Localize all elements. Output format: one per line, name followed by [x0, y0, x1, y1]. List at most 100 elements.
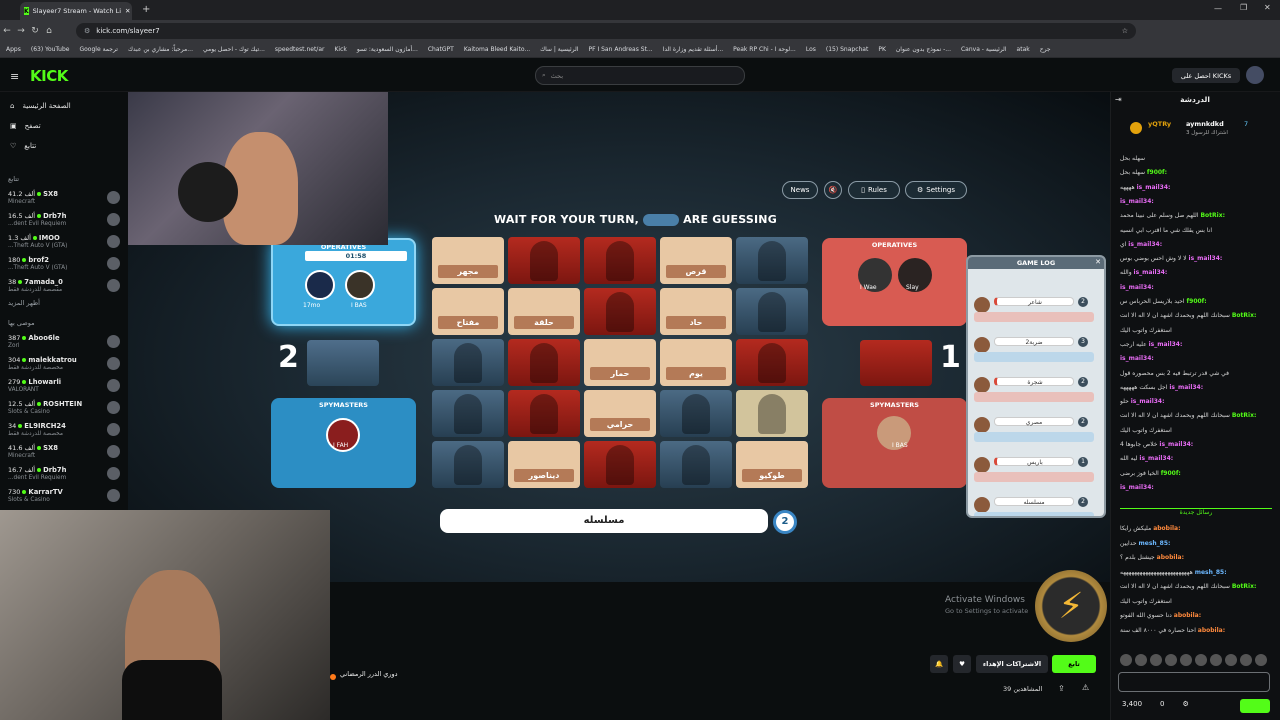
- bookmark-item[interactable]: Los: [806, 46, 816, 53]
- favorite-button[interactable]: ♥: [953, 655, 971, 673]
- codename-card[interactable]: مفتاح: [432, 288, 504, 335]
- kick-logo[interactable]: KICK: [30, 67, 68, 85]
- chat-username[interactable]: abobila:: [1174, 612, 1201, 619]
- bookmark-item[interactable]: (15) Snapchat: [826, 46, 868, 53]
- gift-subs-button[interactable]: الاشتراكات الإهداء: [976, 655, 1048, 673]
- site-info-icon[interactable]: ⚙: [84, 27, 90, 35]
- bookmark-item[interactable]: Kaitoma Bleed Kaito...: [464, 46, 530, 53]
- emote-icon[interactable]: [1150, 654, 1162, 666]
- bookmark-item[interactable]: ChatGPT: [428, 46, 454, 53]
- emote-icon[interactable]: [1195, 654, 1207, 666]
- notification-button[interactable]: 🔔: [930, 655, 948, 673]
- emote-icon[interactable]: [1255, 654, 1267, 666]
- codename-card[interactable]: [432, 441, 504, 488]
- codename-card[interactable]: [584, 237, 656, 284]
- chat-username[interactable]: is_mail34:: [1189, 255, 1223, 262]
- bookmark-item[interactable]: PK: [878, 46, 886, 53]
- close-tab-icon[interactable]: ✕: [125, 7, 130, 15]
- bookmark-item[interactable]: الرئيسية | ساك: [540, 46, 578, 53]
- chat-username[interactable]: abobila:: [1153, 525, 1180, 532]
- codename-card[interactable]: [584, 288, 656, 335]
- codename-card[interactable]: [660, 390, 732, 437]
- home-nav-icon[interactable]: ⌂: [42, 26, 56, 36]
- codename-card[interactable]: ديناصور: [508, 441, 580, 488]
- bookmark-item[interactable]: PF I San Andreas St...: [588, 46, 652, 53]
- codename-card[interactable]: [432, 339, 504, 386]
- emote-icon[interactable]: [1210, 654, 1222, 666]
- bookmark-item[interactable]: نموذج بدون عنوان -...: [896, 46, 951, 53]
- chat-username[interactable]: is_mail34:: [1120, 284, 1154, 291]
- codename-card[interactable]: حرامي: [584, 390, 656, 437]
- emote-icon[interactable]: [1120, 654, 1132, 666]
- new-messages-divider[interactable]: رسائل جديدة: [1120, 508, 1272, 518]
- sidebar-channel[interactable]: 12.5 ألف ROSHTEIN Slots & Casino: [0, 396, 128, 418]
- codename-card[interactable]: [432, 390, 504, 437]
- codename-card[interactable]: حلقة: [508, 288, 580, 335]
- codename-card[interactable]: طوكيو: [736, 441, 808, 488]
- chat-username[interactable]: is_mail34:: [1120, 355, 1154, 362]
- emote-icon[interactable]: [1240, 654, 1252, 666]
- get-kicks-button[interactable]: احصل على KICKs: [1172, 68, 1240, 83]
- codename-card[interactable]: [660, 441, 732, 488]
- bookmark-item[interactable]: مرحباً: مشاري بن عبدك...: [128, 46, 193, 53]
- codename-card[interactable]: يوم: [660, 339, 732, 386]
- sidebar-channel[interactable]: 387 Aboo6le Zorl: [0, 330, 128, 352]
- search-input[interactable]: ⌕ بحث: [535, 66, 745, 85]
- chat-username[interactable]: mesh_85:: [1139, 540, 1171, 547]
- settings-button[interactable]: ⚙ Settings: [905, 181, 967, 199]
- chat-settings-icon[interactable]: ⚙: [1183, 700, 1189, 708]
- sidebar-channel[interactable]: 16.7 ألف Drb7h ...dent Evil Requiem: [0, 462, 128, 484]
- bookmark-item[interactable]: atak: [1017, 46, 1030, 53]
- emote-icon[interactable]: [1165, 654, 1177, 666]
- chat-username[interactable]: is_mail34:: [1169, 384, 1203, 391]
- maximize-icon[interactable]: ❐: [1240, 3, 1247, 12]
- kicks-balance[interactable]: 0: [1160, 700, 1164, 708]
- bookmark-item[interactable]: أسئلة تقديم وزارة الدا...: [663, 46, 724, 53]
- chat-username[interactable]: abobila:: [1157, 554, 1184, 561]
- chat-username[interactable]: is_mail34:: [1139, 455, 1173, 462]
- back-icon[interactable]: ←: [0, 26, 14, 36]
- sidebar-nav-item[interactable]: ▣ تصفح: [0, 116, 128, 136]
- minimize-icon[interactable]: —: [1214, 4, 1222, 13]
- sidebar-nav-item[interactable]: ⌂ الصفحة الرئيسية: [0, 96, 128, 116]
- sidebar-channel[interactable]: 1.3 ألف IMOO ...Theft Auto V (GTA): [0, 230, 128, 252]
- codename-card[interactable]: [736, 390, 808, 437]
- bookmark-star-icon[interactable]: ☆: [1122, 27, 1128, 35]
- chat-username[interactable]: BotRix:: [1232, 412, 1257, 419]
- emote-icon[interactable]: [1135, 654, 1147, 666]
- codename-card[interactable]: [508, 390, 580, 437]
- codename-card[interactable]: حمار: [584, 339, 656, 386]
- sidebar-channel[interactable]: 16.5 ألف Drb7h ...dent Evil Requiem: [0, 208, 128, 230]
- chat-input[interactable]: [1118, 672, 1270, 692]
- sidebar-channel[interactable]: 279 Lhowarli VALORANT: [0, 374, 128, 396]
- chat-username[interactable]: is_mail34:: [1159, 441, 1193, 448]
- bookmark-item[interactable]: Google ترجمة: [79, 46, 117, 53]
- bookmark-item[interactable]: speedtest.net/ar: [275, 46, 325, 53]
- close-icon[interactable]: ✕: [1095, 258, 1101, 266]
- sidebar-channel[interactable]: 304 malekkatrou مخصصة للدردشة فقط: [0, 352, 128, 374]
- chat-username[interactable]: is_mail34:: [1120, 484, 1154, 491]
- bookmark-item[interactable]: جرح: [1040, 46, 1051, 53]
- chat-username[interactable]: is_mail34:: [1137, 184, 1171, 191]
- emote-icon[interactable]: [1180, 654, 1192, 666]
- codename-card[interactable]: [584, 441, 656, 488]
- codename-card[interactable]: [508, 237, 580, 284]
- codename-card[interactable]: مجهر: [432, 237, 504, 284]
- news-button[interactable]: News: [782, 181, 818, 199]
- user-avatar[interactable]: [1246, 66, 1264, 84]
- chat-username[interactable]: f900f:: [1187, 298, 1207, 305]
- sidebar-channel[interactable]: 730 KarrarTV Slots & Casino: [0, 484, 128, 506]
- chat-username[interactable]: is_mail34:: [1134, 269, 1168, 276]
- codename-card[interactable]: [736, 237, 808, 284]
- rules-button[interactable]: ▯ Rules: [848, 181, 900, 199]
- browser-tab[interactable]: K Slayeer7 Stream - Watch Li ✕: [20, 2, 132, 20]
- send-button[interactable]: [1240, 699, 1270, 713]
- url-field[interactable]: ⚙ kick.com/slayeer7 ☆: [76, 23, 1136, 39]
- reload-icon[interactable]: ↻: [28, 26, 42, 36]
- chat-username[interactable]: is_mail34:: [1128, 241, 1162, 248]
- points-balance[interactable]: 3,400: [1122, 700, 1142, 708]
- sidebar-channel[interactable]: 180 brof2 ...Theft Auto V (GTA): [0, 252, 128, 274]
- bookmark-item[interactable]: أمازون السعودية: تسو...: [357, 46, 418, 53]
- codename-card[interactable]: حاد: [660, 288, 732, 335]
- bookmark-item[interactable]: Canva - الرئيسية: [961, 46, 1007, 53]
